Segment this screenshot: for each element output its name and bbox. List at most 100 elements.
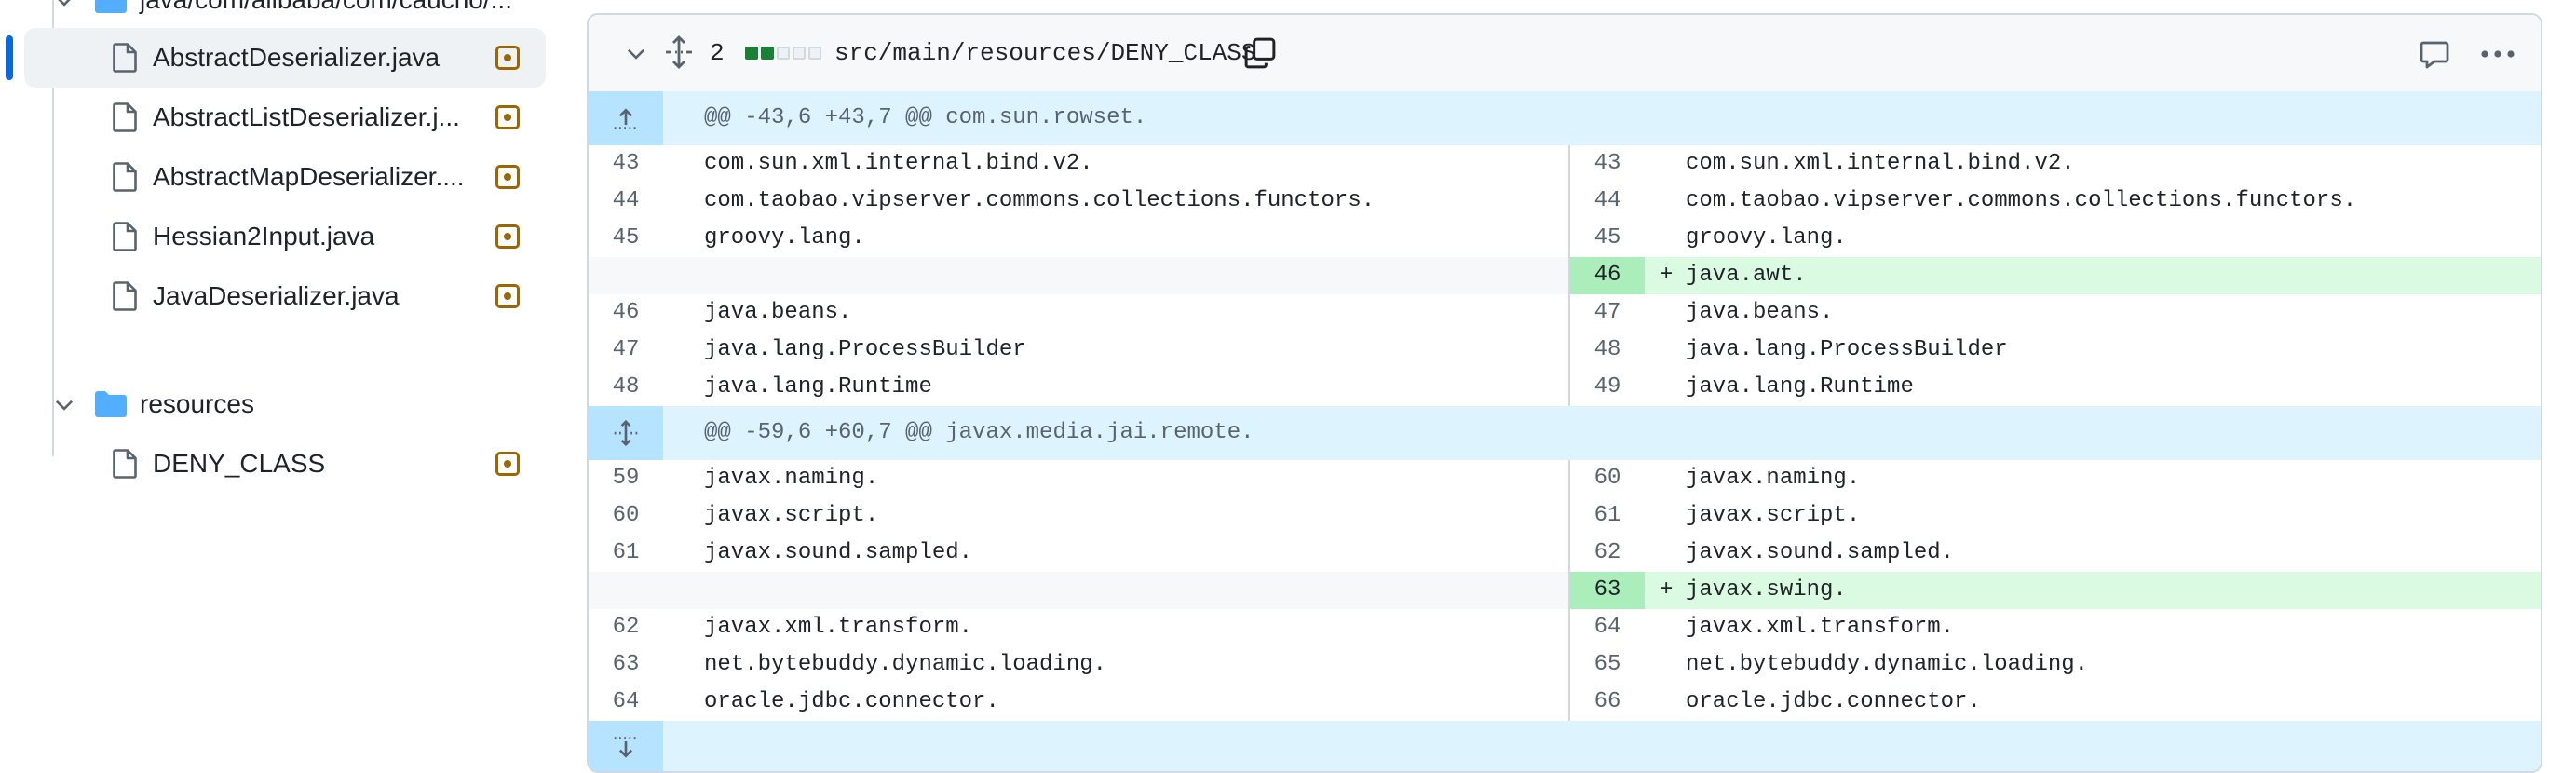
code-line-left: javax.sound.sampled. (704, 540, 973, 565)
line-number-left[interactable]: 45 (589, 220, 663, 257)
line-number-right[interactable]: 44 (1570, 183, 1645, 220)
line-number-right[interactable]: 66 (1570, 684, 1645, 721)
diff-file-path[interactable]: src/main/resources/DENY_CLASS (834, 15, 1255, 91)
diff-right-side: 64 javax.xml.transform. (1570, 609, 2541, 646)
active-file-indicator (6, 35, 13, 80)
expand-icon[interactable] (613, 419, 639, 447)
tree-file-item[interactable]: AbstractMapDeserializer.... (24, 147, 546, 207)
line-number-right[interactable]: 61 (1570, 497, 1645, 535)
line-number-right[interactable]: 65 (1570, 646, 1645, 684)
diff-left-side: 43 com.sun.xml.internal.bind.v2. (589, 145, 1570, 183)
expand-up-icon[interactable] (613, 104, 639, 132)
tree-folder-resources[interactable]: resources (24, 374, 546, 434)
tree-file-label: Hessian2Input.java (153, 222, 375, 251)
line-number-right[interactable]: 62 (1570, 535, 1645, 572)
file-icon (113, 222, 137, 251)
line-number-left[interactable] (589, 572, 663, 609)
tree-file-deny-class[interactable]: DENY_CLASS (24, 434, 546, 494)
tree-file-item[interactable]: AbstractDeserializer.java (24, 28, 546, 88)
hunk-expand-gutter[interactable] (589, 721, 663, 771)
file-tree-sidebar: java/com/alibaba/com/caucho/... Abstract… (0, 0, 559, 773)
line-number-right[interactable]: 43 (1570, 145, 1645, 183)
tree-file-label: AbstractDeserializer.java (153, 43, 441, 72)
line-number-left[interactable]: 61 (589, 535, 663, 572)
line-number-right[interactable]: 49 (1570, 369, 1645, 406)
line-number-right[interactable]: 63 (1570, 572, 1645, 609)
diff-file-header: 2 src/main/resources/DENY_CLASS (589, 15, 2541, 93)
diff-change-count: 2 (710, 39, 725, 67)
diff-right-side: 49 java.lang.Runtime (1570, 369, 2541, 406)
folder-icon (95, 0, 127, 13)
diff-right-side: 43 com.sun.xml.internal.bind.v2. (1570, 145, 2541, 183)
diff-line-row: 60 javax.script. 61 javax.script. (589, 497, 2541, 535)
expand-down-icon[interactable] (613, 734, 639, 762)
diff-left-side: 64 oracle.jdbc.connector. (589, 684, 1570, 721)
tree-file-item[interactable]: JavaDeserializer.java (24, 266, 546, 326)
kebab-icon[interactable] (2479, 39, 2516, 69)
diffstat-added-block (761, 47, 774, 60)
hunk-header-text: @@ -43,6 +43,7 @@ com.sun.rowset. (704, 105, 1147, 130)
line-number-left[interactable]: 60 (589, 497, 663, 535)
diff-right-side: 61 javax.script. (1570, 497, 2541, 535)
tree-file-item[interactable]: AbstractListDeserializer.j... (24, 88, 546, 147)
line-number-left[interactable]: 59 (589, 460, 663, 497)
code-line-left: java.beans. (704, 300, 852, 325)
file-icon (113, 43, 137, 73)
tree-folder-row[interactable]: java/com/alibaba/com/caucho/... (24, 0, 546, 30)
diff-left-side: 62 javax.xml.transform. (589, 609, 1570, 646)
code-line-right: net.bytebuddy.dynamic.loading. (1686, 652, 2089, 677)
diff-left-side: 44 com.taobao.vipserver.commons.collectio… (589, 183, 1570, 220)
code-line-left: com.taobao.vipserver.commons.collections… (704, 188, 1376, 213)
hunk-header: @@ -43,6 +43,7 @@ com.sun.rowset. (589, 91, 2541, 145)
file-icon (113, 162, 137, 192)
line-number-left[interactable] (589, 257, 663, 294)
hunk-expand-gutter[interactable] (589, 91, 663, 145)
line-number-left[interactable]: 63 (589, 646, 663, 684)
hunk-expand-gutter[interactable] (589, 406, 663, 460)
chevron-down-icon[interactable] (52, 0, 76, 12)
diff-left-side: 47 java.lang.ProcessBuilder (589, 332, 1570, 369)
code-line-right: javax.script. (1686, 503, 1861, 528)
diffstat-neutral-block (793, 47, 806, 60)
line-number-left[interactable]: 43 (589, 145, 663, 183)
line-number-right[interactable]: 47 (1570, 294, 1645, 332)
line-number-right[interactable]: 46 (1570, 257, 1645, 294)
line-number-left[interactable]: 47 (589, 332, 663, 369)
file-icon (113, 102, 137, 132)
line-number-left[interactable]: 44 (589, 183, 663, 220)
diff-right-side: 65 net.bytebuddy.dynamic.loading. (1570, 646, 2541, 684)
code-line-left: java.lang.ProcessBuilder (704, 337, 1026, 362)
diff-right-side: 46 + java.awt. (1570, 257, 2541, 294)
copy-icon[interactable] (1244, 37, 1276, 69)
code-line-right: javax.naming. (1686, 466, 1861, 491)
diff-line-row: 48 java.lang.Runtime 49 java.lang.Runtime (589, 369, 2541, 406)
folder-icon (95, 391, 127, 417)
diff-line-row: 43 com.sun.xml.internal.bind.v2. 43 com.sun… (589, 145, 2541, 183)
code-line-left: com.sun.xml.internal.bind.v2. (704, 151, 1093, 176)
line-number-right[interactable]: 45 (1570, 220, 1645, 257)
line-number-right[interactable]: 60 (1570, 460, 1645, 497)
tree-file-label: DENY_CLASS (153, 449, 326, 478)
line-number-left[interactable]: 62 (589, 609, 663, 646)
modified-icon (495, 452, 520, 476)
diff-line-row: 46 java.beans. 47 java.beans. (589, 294, 2541, 332)
code-line-right: com.sun.xml.internal.bind.v2. (1686, 151, 2075, 176)
line-number-left[interactable]: 64 (589, 684, 663, 721)
line-number-left[interactable]: 46 (589, 294, 663, 332)
line-number-left[interactable]: 48 (589, 369, 663, 406)
file-icon (113, 281, 137, 311)
comment-icon[interactable] (2420, 39, 2449, 69)
diff-line-row: 63 net.bytebuddy.dynamic.loading. 65 net.by… (589, 646, 2541, 684)
line-number-right[interactable]: 64 (1570, 609, 1645, 646)
diff-left-side: 63 net.bytebuddy.dynamic.loading. (589, 646, 1570, 684)
code-line-left: javax.xml.transform. (704, 615, 973, 640)
tree-guide-line (52, 434, 54, 456)
chevron-down-icon[interactable] (52, 392, 76, 416)
tree-folder-label: java/com/alibaba/com/caucho/... (140, 0, 512, 30)
expand-icon[interactable] (663, 35, 695, 69)
diff-left-side: 61 javax.sound.sampled. (589, 535, 1570, 572)
chevron-down-icon[interactable] (624, 41, 648, 65)
line-number-right[interactable]: 48 (1570, 332, 1645, 369)
tree-file-item[interactable]: Hessian2Input.java (24, 207, 546, 266)
diff-line-row: 62 javax.xml.transform. 64 javax.xml.transf… (589, 609, 2541, 646)
